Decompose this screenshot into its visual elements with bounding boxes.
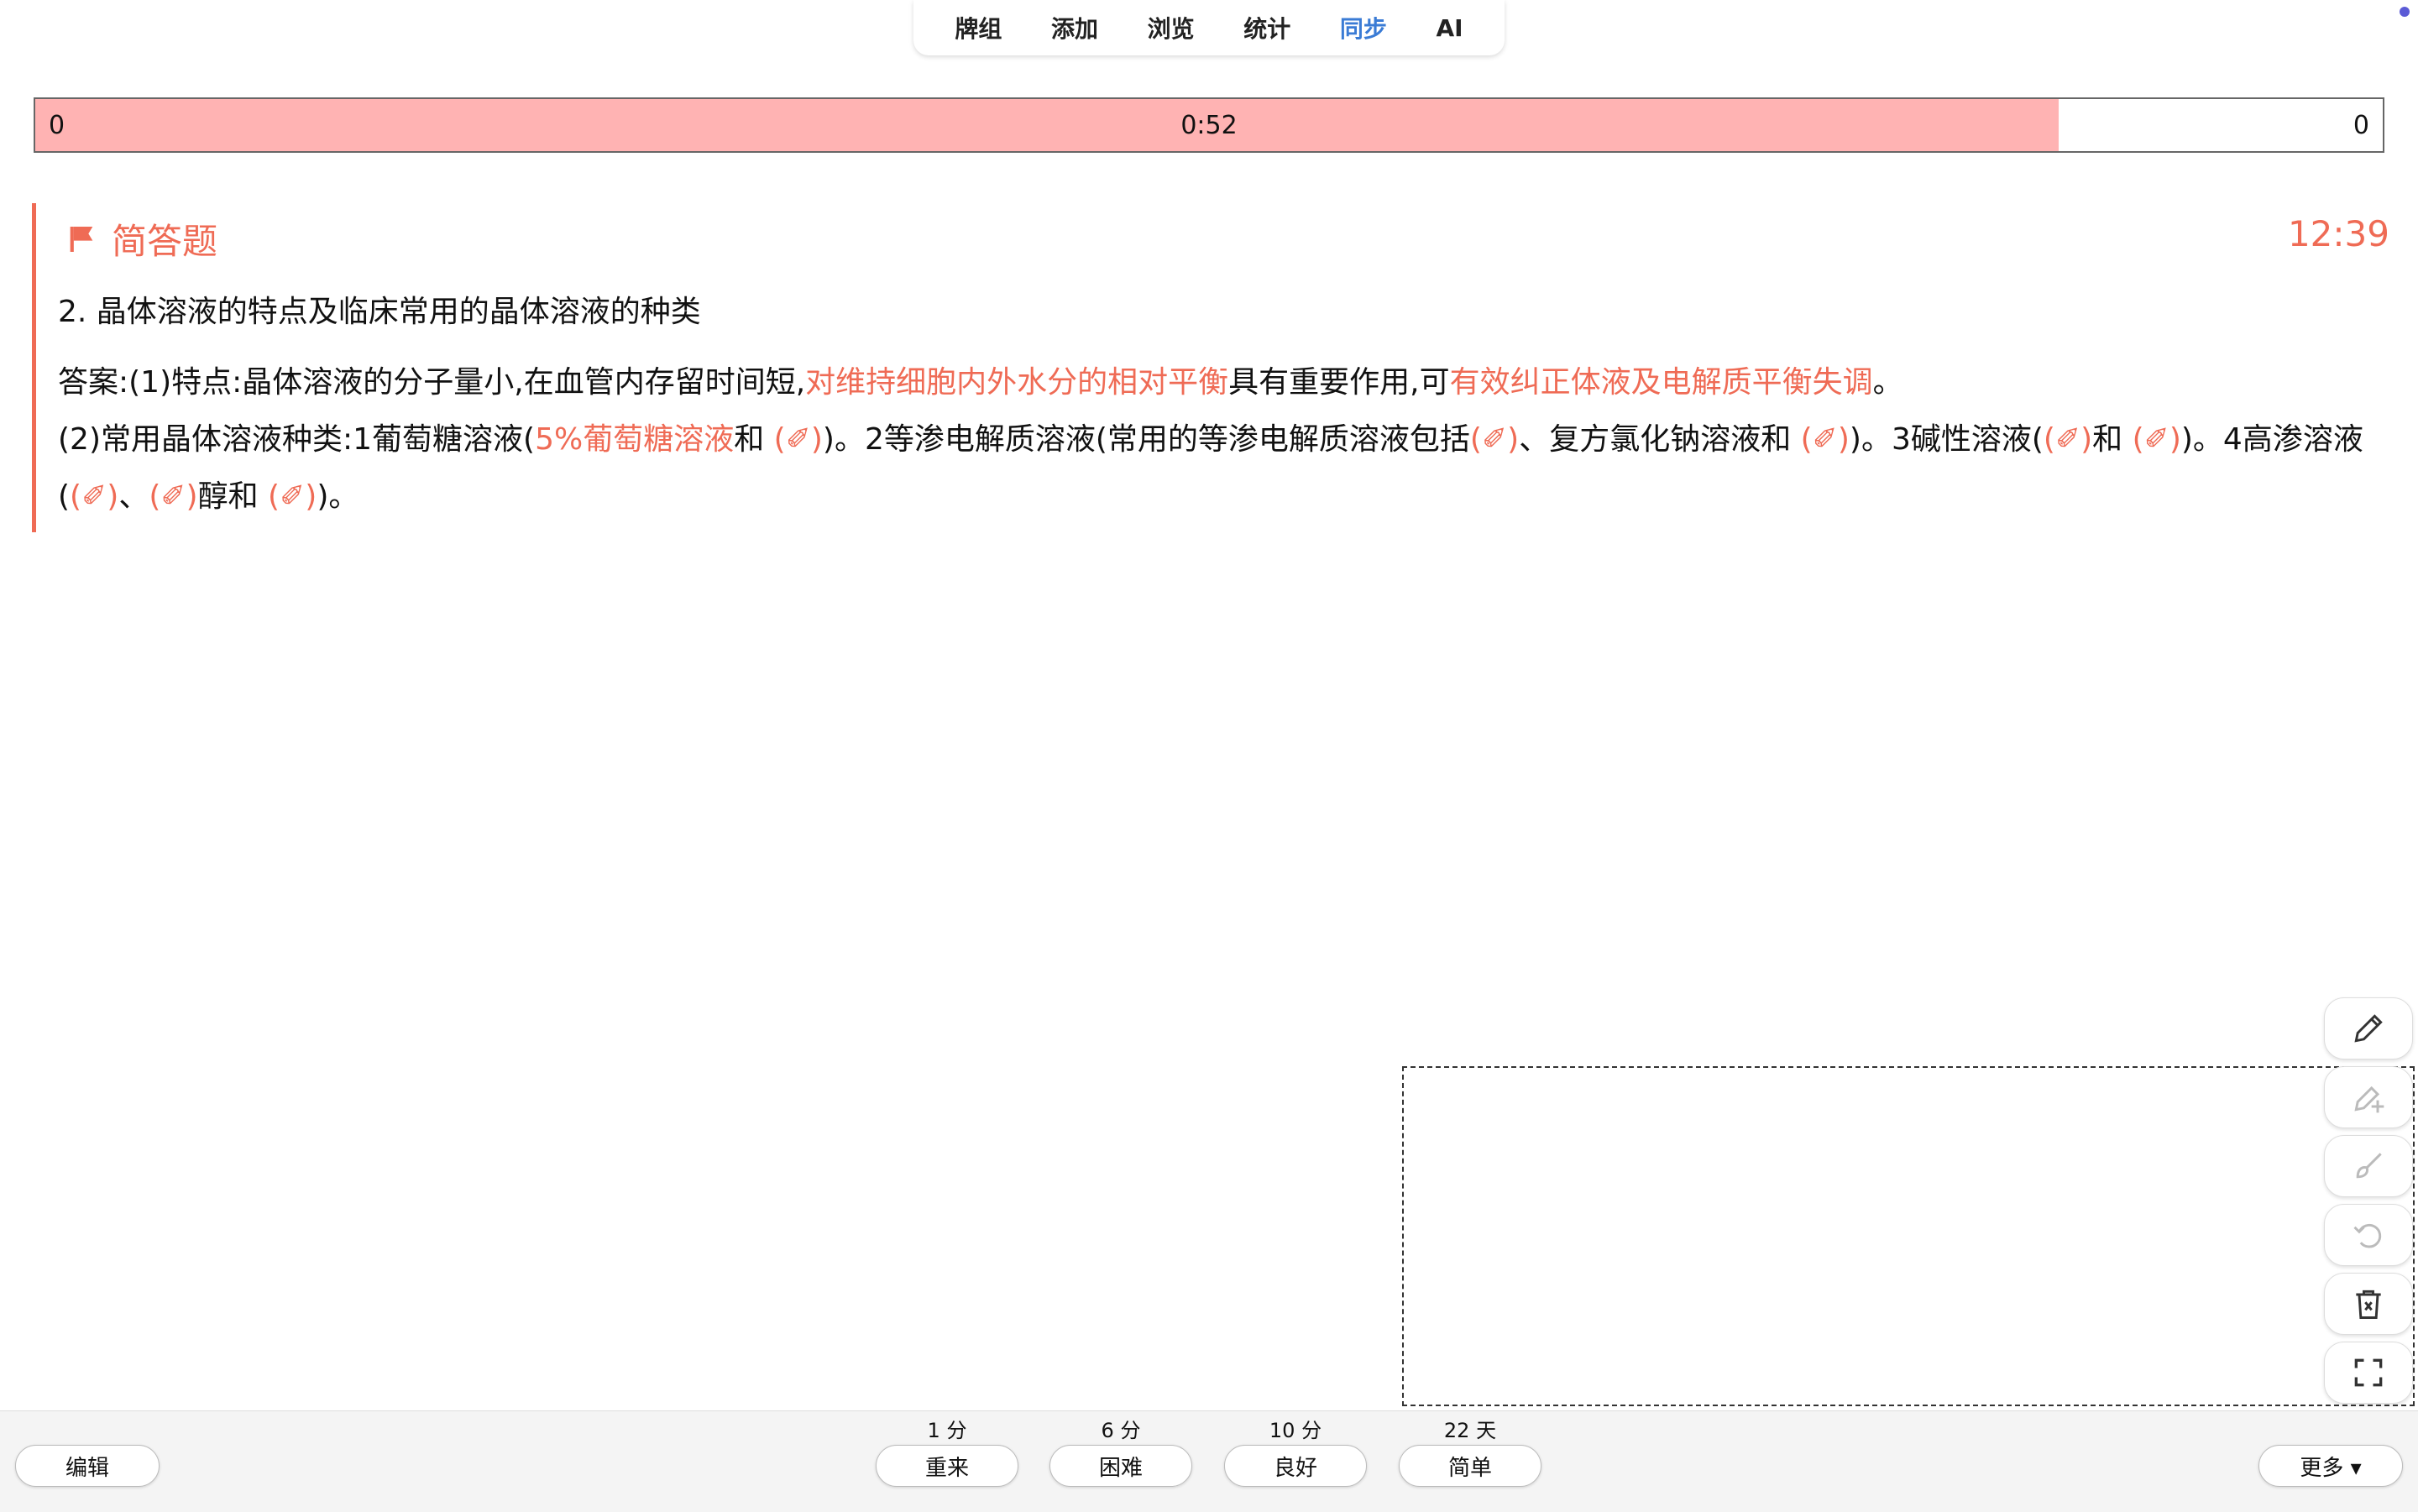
answer-highlight[interactable]: (✐) [70, 479, 118, 514]
answer-highlight: 对维持细胞内外水分的相对平衡 [805, 365, 1229, 400]
answer-highlight[interactable]: (✐) [774, 422, 823, 457]
status-dot [2400, 7, 2410, 17]
easy-button[interactable]: 简单 [1399, 1445, 1541, 1487]
card-header: 简答题 [65, 213, 217, 264]
pencil-plus-button[interactable] [2324, 1066, 2413, 1128]
answer-highlight: 5%葡萄糖溶液 [535, 422, 735, 457]
card-clock: 12:39 [2287, 213, 2389, 254]
interval-easy: 22 天 [1443, 1419, 1497, 1442]
answer-segment: 。 [1872, 365, 1903, 400]
nav-decks[interactable]: 牌组 [955, 11, 1002, 44]
answer-highlight[interactable]: (✐) [149, 479, 197, 514]
nav-browse[interactable]: 浏览 [1148, 11, 1195, 44]
answer-highlight[interactable]: (✐) [2133, 422, 2181, 457]
answer-segment: 具有重要作用,可 [1228, 365, 1450, 400]
answer-segment: 和 [2092, 422, 2133, 457]
interval-hard: 6 分 [1101, 1419, 1141, 1442]
answer-highlight[interactable]: (✐) [268, 479, 317, 514]
fullscreen-icon [2354, 1358, 2383, 1387]
bottom-bar [0, 1410, 2418, 1512]
fullscreen-button[interactable] [2324, 1342, 2413, 1404]
drawing-canvas[interactable] [1402, 1066, 2415, 1406]
answer-highlight[interactable]: (✐) [2044, 422, 2092, 457]
answer-segment: (2)常用晶体溶液种类:1葡萄糖溶液( [58, 422, 536, 457]
good-button[interactable]: 良好 [1224, 1445, 1367, 1487]
answer-segment: )。3碱性溶液( [1849, 422, 2044, 457]
answer-segment: 、复方氯化钠溶液和 [1519, 422, 1801, 457]
review-card: 简答题 12:39 2. 晶体溶液的特点及临床常用的晶体溶液的种类 答案:(1)… [32, 203, 2389, 532]
timer-bar: 0 0:52 0 [34, 97, 2384, 153]
interval-again: 1 分 [927, 1419, 967, 1442]
trash-icon [2356, 1290, 2381, 1319]
card-type-label: 简答题 [112, 221, 218, 262]
brush-button[interactable] [2324, 1135, 2413, 1197]
again-button[interactable]: 重来 [876, 1445, 1018, 1487]
answer-segment: 醇和 [197, 479, 269, 514]
pencil-button[interactable] [2324, 997, 2413, 1059]
more-button[interactable]: 更多 ▾ [2258, 1445, 2403, 1487]
answer-segment: )。2等渗电解质溶液(常用的等渗电解质溶液包括 [822, 422, 1470, 457]
pencil-icon [2354, 1014, 2383, 1043]
hard-button[interactable]: 困难 [1049, 1445, 1192, 1487]
answer-text: 答案:(1)特点:晶体溶液的分子量小,在血管内存留时间短,对维持细胞内外水分的相… [58, 354, 2375, 526]
interval-good: 10 分 [1269, 1419, 1322, 1442]
undo-icon [2353, 1223, 2382, 1248]
trash-button[interactable] [2324, 1273, 2413, 1335]
answer-highlight: 有效纠正体液及电解质平衡失调 [1449, 365, 1873, 400]
nav-add[interactable]: 添加 [1051, 11, 1098, 44]
answer-highlight[interactable]: (✐) [1801, 422, 1850, 457]
nav-ai[interactable]: AI [1437, 14, 1463, 42]
timer-elapsed: 0:52 [1180, 111, 1238, 140]
edit-button[interactable]: 编辑 [15, 1445, 160, 1487]
answer-segment: )。 [317, 479, 359, 514]
flag-icon[interactable] [65, 222, 98, 256]
pencil-plus-icon [2354, 1086, 2384, 1113]
question-text: 2. 晶体溶液的特点及临床常用的晶体溶液的种类 [58, 295, 701, 329]
brush-icon [2356, 1153, 2382, 1179]
nav-sync[interactable]: 同步 [1340, 11, 1387, 44]
answer-segment: 、 [118, 479, 149, 514]
undo-button[interactable] [2324, 1204, 2413, 1266]
answer-segment: 和 [734, 422, 774, 457]
top-nav: 牌组 添加 浏览 统计 同步 AI [913, 0, 1505, 55]
answer-segment: 答案:(1)特点:晶体溶液的分子量小,在血管内存留时间短, [58, 365, 806, 400]
timer-right-count: 0 [2353, 111, 2369, 140]
nav-stats[interactable]: 统计 [1243, 11, 1290, 44]
answer-highlight[interactable]: (✐) [1470, 422, 1519, 457]
